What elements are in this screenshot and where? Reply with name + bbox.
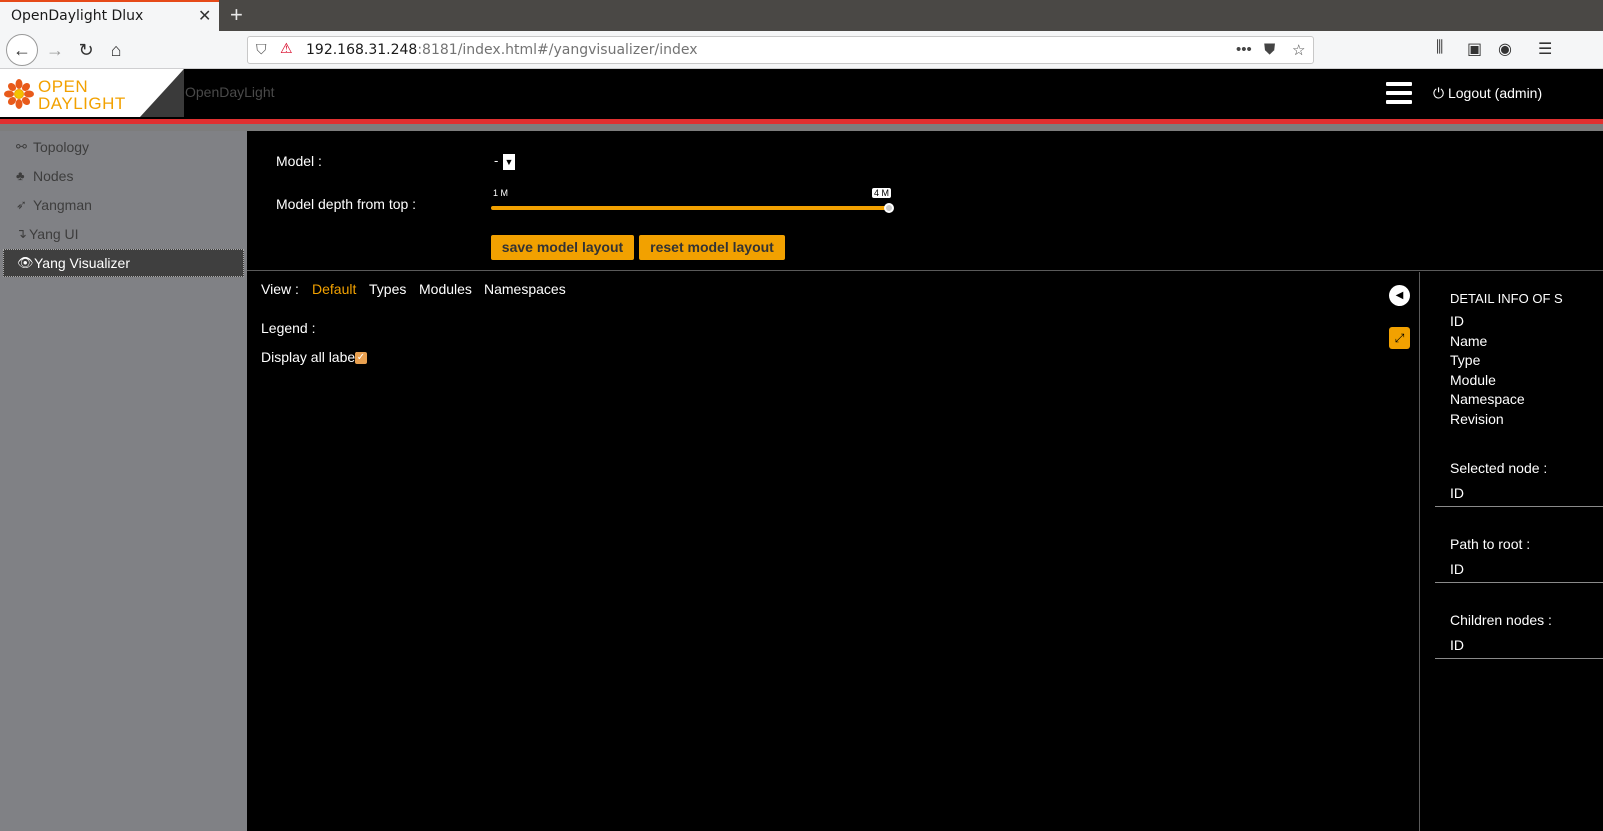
hamburger-menu-icon[interactable] (1386, 82, 1412, 104)
forward-arrow-icon[interactable]: → (40, 35, 70, 65)
visualizer-canvas[interactable]: View : Default Types Modules Namespaces … (247, 272, 1419, 831)
tab-default[interactable]: Default (312, 281, 356, 297)
divider (1435, 658, 1603, 659)
depth-label: Model depth from top : (276, 196, 417, 212)
pocket-icon[interactable]: ⛊ (1264, 41, 1275, 58)
shield-icon[interactable]: ⛉ (256, 41, 267, 58)
bookmark-star-icon[interactable]: ☆ (1292, 41, 1305, 59)
divider (1435, 582, 1603, 583)
browser-menu-icon[interactable]: ☰ (1538, 39, 1552, 59)
sidebar-item-label: Yangman (33, 197, 92, 213)
sidebar-item-label: Nodes (33, 168, 74, 184)
url-bar[interactable]: ⛉ ⚠ 192.168.31.248:8181/index.html#/yang… (247, 36, 1314, 64)
expand-icon[interactable]: ⤢ (1389, 327, 1410, 349)
sidebar-item-yang-visualizer[interactable]: 👁 Yang Visualizer (3, 249, 244, 277)
view-label: View : (261, 281, 299, 297)
collapse-panel-icon[interactable]: ◀ (1389, 285, 1410, 306)
save-model-layout-button[interactable]: save model layout (491, 235, 634, 260)
tab-title: OpenDaylight Dlux (11, 8, 144, 24)
slider-min-label: 1 M (493, 188, 509, 198)
sidebar-item-yangman[interactable]: ➶ Yangman (3, 192, 244, 220)
browser-tab-bar: OpenDaylight Dlux ✕ + (0, 0, 1603, 31)
back-arrow-icon[interactable]: ← (6, 34, 38, 66)
detail-field-name: Name (1450, 333, 1488, 349)
children-nodes-id: ID (1450, 637, 1464, 653)
tab-namespaces[interactable]: Namespaces (484, 281, 566, 297)
sitemap-icon: ♣ (16, 168, 25, 183)
model-controls: Model : - ▼ Model depth from top : 1 M 4… (247, 131, 1603, 271)
tab-modules[interactable]: Modules (419, 281, 472, 297)
children-nodes-label: Children nodes : (1450, 612, 1552, 628)
browser-tab[interactable]: OpenDaylight Dlux ✕ (0, 0, 219, 31)
rocket-icon: ➶ (16, 197, 27, 212)
depth-slider-track[interactable] (491, 206, 891, 210)
legend-label: Legend : (261, 320, 316, 336)
url-text[interactable]: 192.168.31.248:8181/index.html#/yangvisu… (306, 42, 698, 58)
level-down-icon: ↴ (16, 226, 27, 241)
link-icon: ⚯ (16, 139, 27, 154)
sidebar-item-label: Yang Visualizer (34, 255, 130, 271)
selected-node-label: Selected node : (1450, 460, 1548, 476)
power-icon: ⏻ (1433, 85, 1448, 101)
eye-icon: 👁 (17, 255, 34, 270)
flower-logo-icon (4, 79, 34, 109)
sidebar-item-label: Yang UI (29, 226, 79, 242)
account-icon[interactable]: ◉ (1498, 39, 1512, 59)
page-actions-icon[interactable]: ••• (1236, 41, 1252, 58)
selected-node-id: ID (1450, 485, 1464, 501)
display-all-labels-label: Display all labels (261, 349, 366, 365)
path-to-root-label: Path to root : (1450, 536, 1531, 552)
browser-nav-bar: ← → ↻ ⌂ ⛉ ⚠ 192.168.31.248:8181/index.ht… (0, 31, 1603, 69)
reset-model-layout-button[interactable]: reset model layout (639, 235, 785, 260)
detail-panel: DETAIL INFO OF S ID Name Type Module Nam… (1420, 272, 1603, 831)
tab-types[interactable]: Types (369, 281, 406, 297)
detail-title: DETAIL INFO OF S (1450, 291, 1563, 306)
sidebar-item-label: Topology (33, 139, 90, 155)
detail-field-namespace: Namespace (1450, 391, 1525, 407)
logout-button[interactable]: ⏻ Logout (admin) (1433, 85, 1542, 102)
detail-field-type: Type (1450, 352, 1481, 368)
sidebar-item-yang-ui[interactable]: ↴ Yang UI (3, 221, 244, 249)
display-all-labels-checkbox[interactable]: ✓ (355, 352, 367, 364)
sidebar-toggle-icon[interactable]: ▣ (1467, 39, 1482, 59)
header-grey-bar (0, 124, 1603, 131)
model-select[interactable]: - ▼ (494, 153, 518, 170)
path-to-root-id: ID (1450, 561, 1464, 577)
brand-name[interactable]: OpenDayLight (185, 84, 275, 100)
sidebar-item-topology[interactable]: ⚯ Topology (3, 134, 244, 162)
detail-field-module: Module (1450, 372, 1496, 388)
close-tab-icon[interactable]: ✕ (198, 6, 211, 26)
new-tab-icon[interactable]: + (230, 2, 243, 28)
detail-field-id: ID (1450, 313, 1464, 329)
sidebar: ⚯ Topology ♣ Nodes ➶ Yangman ↴ Yang UI 👁… (0, 131, 247, 831)
library-icon[interactable]: ⫼ (1436, 39, 1443, 57)
model-select-value: - (494, 153, 499, 168)
slider-max-label: 4 M (872, 188, 892, 198)
reload-icon[interactable]: ↻ (71, 35, 101, 65)
home-icon[interactable]: ⌂ (101, 35, 131, 65)
divider (1435, 506, 1603, 507)
chevron-down-icon: ▼ (503, 154, 515, 170)
sidebar-item-nodes[interactable]: ♣ Nodes (3, 163, 244, 191)
depth-slider-handle[interactable] (884, 203, 894, 213)
app-header: OPEN DAYLIGHT OpenDayLight ⏻ Logout (adm… (0, 69, 1603, 119)
logo-text-daylight: DAYLIGHT (38, 94, 126, 113)
detail-field-revision: Revision (1450, 411, 1504, 427)
insecure-lock-icon[interactable]: ⚠ (280, 40, 293, 57)
model-label: Model : (276, 153, 322, 169)
